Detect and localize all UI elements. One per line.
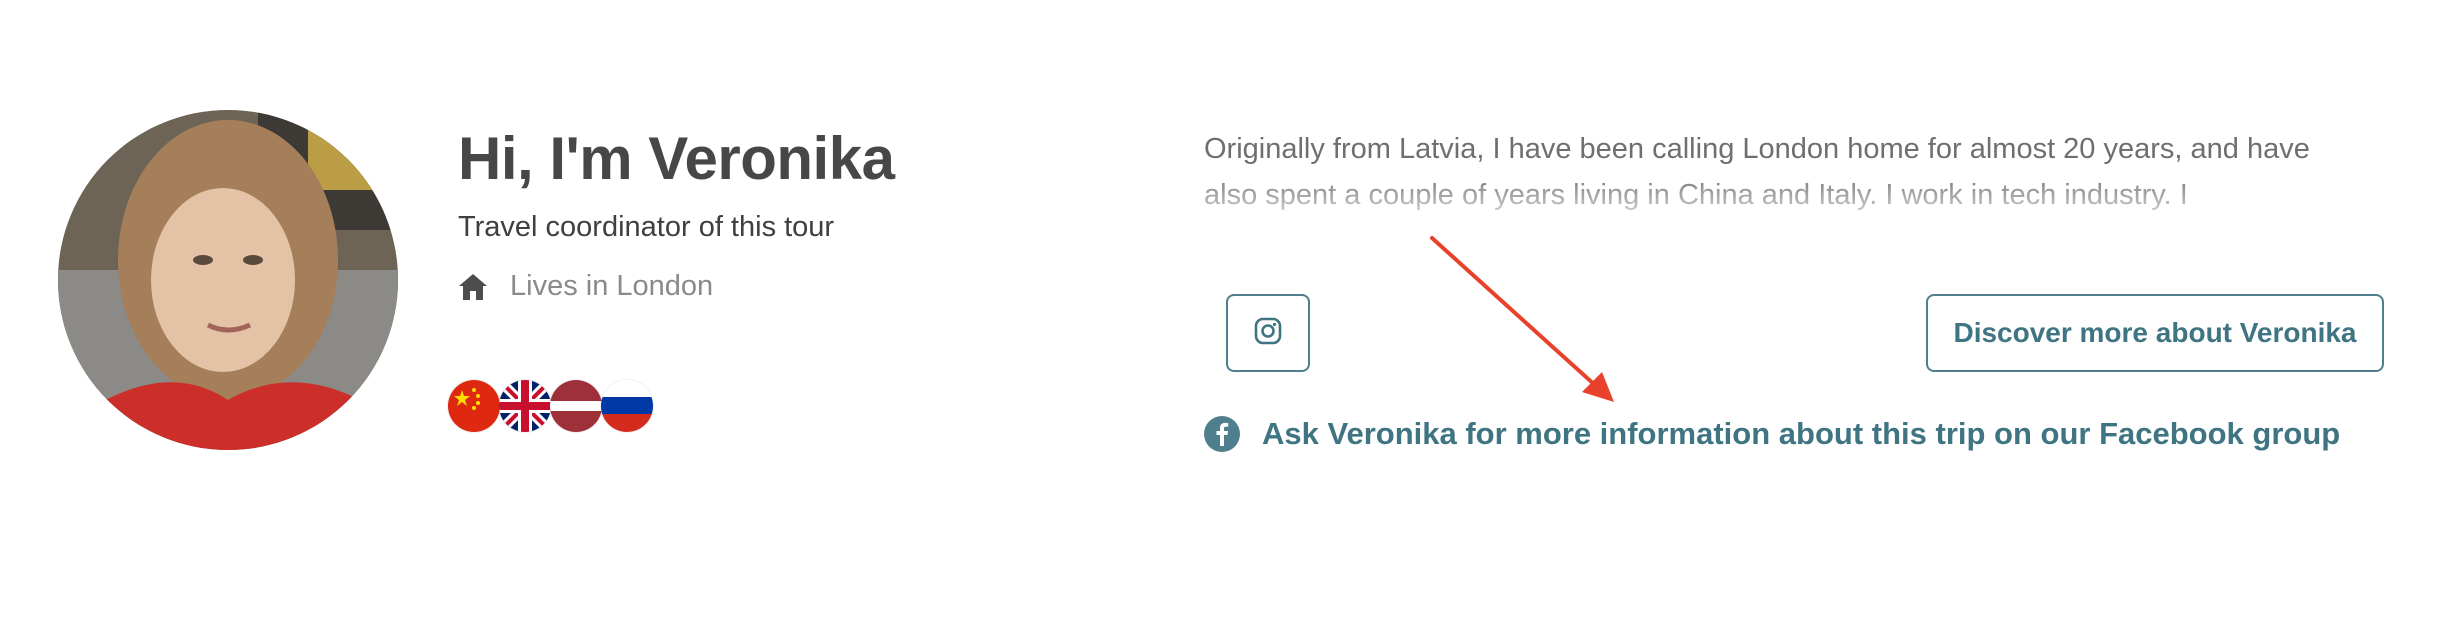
page-title: Hi, I'm Veronika — [458, 125, 895, 192]
latvia-flag-icon — [550, 380, 602, 432]
uk-flag-icon — [499, 380, 551, 432]
china-flag-icon — [448, 380, 500, 432]
role-subtitle: Travel coordinator of this tour — [458, 211, 835, 243]
home-icon — [458, 273, 488, 301]
language-flags — [448, 380, 653, 432]
avatar — [58, 110, 398, 450]
discover-more-button[interactable]: Discover more about Veronika — [1926, 294, 2384, 372]
intro: Hi, I'm Veronika Travel coordinator of t… — [458, 124, 895, 303]
location: Lives in London — [458, 270, 894, 303]
bio-text: Originally from Latvia, I have been call… — [1204, 133, 2310, 211]
location-label: Lives in London — [510, 270, 714, 302]
facebook-icon — [1204, 416, 1240, 452]
instagram-button[interactable] — [1226, 294, 1310, 372]
portrait-photo — [58, 110, 398, 450]
instagram-icon — [1254, 317, 1282, 350]
russia-flag-icon — [601, 380, 653, 432]
facebook-link-label: Ask Veronika for more information about … — [1262, 416, 2341, 451]
facebook-group-link[interactable]: Ask Veronika for more information about … — [1204, 416, 2340, 452]
